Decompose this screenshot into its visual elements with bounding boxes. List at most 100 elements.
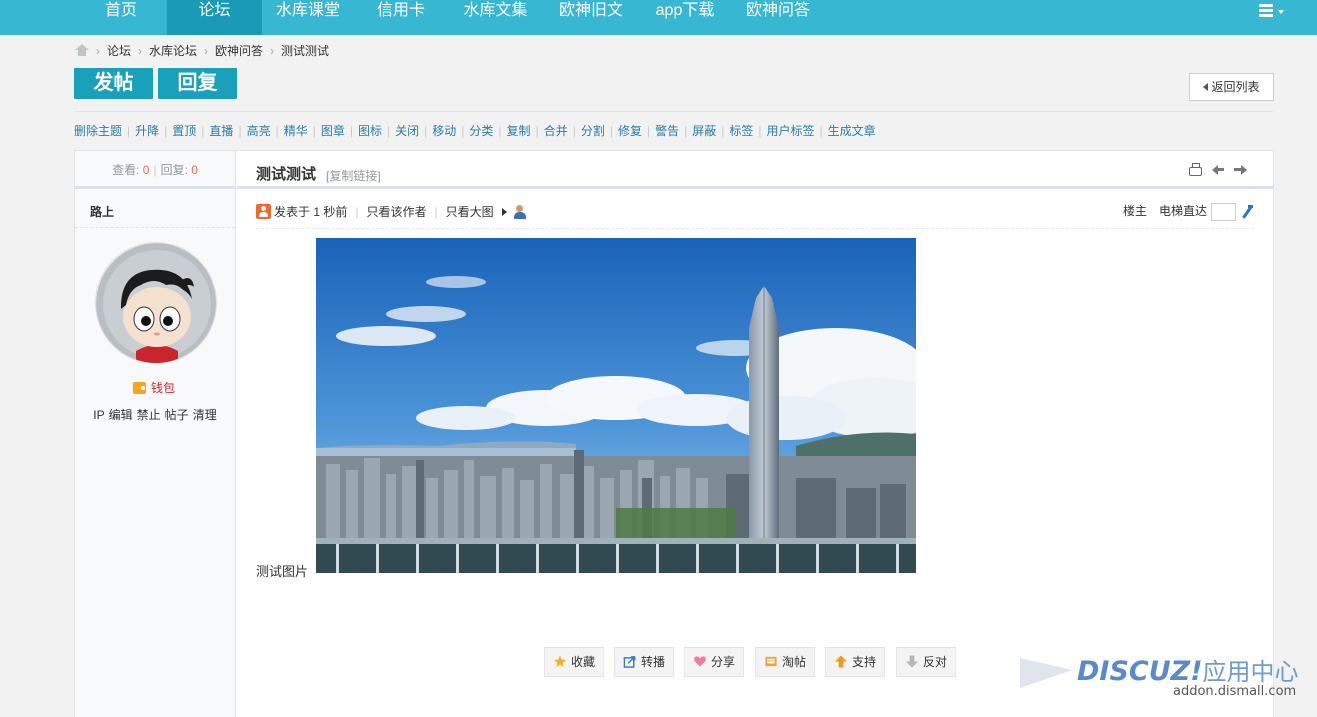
mod-split[interactable]: 分割 — [581, 124, 605, 138]
favorite-button[interactable]: 收藏 — [544, 647, 604, 677]
collect-post-label: 淘帖 — [781, 655, 806, 669]
watermark: DISCUZ!应用中心 addon.dismall.com — [1020, 652, 1310, 702]
city-skyline-photo — [316, 238, 916, 573]
share-arrow-icon — [623, 656, 636, 668]
mod-generate-article[interactable]: 生成文章 — [828, 124, 876, 138]
mod-close[interactable]: 关闭 — [395, 124, 419, 138]
user-icon — [256, 204, 271, 219]
watermark-cn: 应用中心 — [1202, 658, 1299, 686]
nav-item-qa[interactable]: 欧神问答 — [731, 0, 825, 35]
wallet-link[interactable]: 钱包 — [133, 380, 175, 396]
mod-live[interactable]: 直播 — [209, 124, 233, 138]
mod-digest[interactable]: 精华 — [284, 124, 308, 138]
mod-highlight[interactable]: 高亮 — [247, 124, 271, 138]
only-big-image-link[interactable]: 只看大图 — [446, 205, 494, 219]
chevron-left-icon — [1203, 83, 1209, 91]
mod-repair[interactable]: 修复 — [618, 124, 642, 138]
mod-block[interactable]: 屏蔽 — [692, 124, 716, 138]
nav-item-reservoir-class[interactable]: 水库课堂 — [262, 0, 354, 35]
collect-post-button[interactable]: 淘帖 — [755, 647, 815, 677]
replies-label: 回复: — [160, 163, 188, 177]
post-image[interactable] — [316, 238, 916, 573]
rebroadcast-button[interactable]: 转播 — [614, 647, 674, 677]
moderator-toolbar: 删除主题 | 升降 | 置顶 | 直播 | 高亮 | 精华 | 图章 | 图标 | 关闭 | 移动 | 分类 | 复制 | 合并… — [74, 124, 876, 138]
admin-ip[interactable]: IP — [93, 408, 104, 422]
mod-bump[interactable]: 升降 — [135, 124, 159, 138]
reply-button[interactable]: 回复 — [158, 68, 237, 99]
avatar-cartoon-image — [96, 243, 216, 363]
breadcrumb-forum[interactable]: 论坛 — [107, 44, 131, 58]
views-count: 0 — [142, 163, 150, 177]
replies-count: 0 — [191, 163, 198, 177]
favorite-label: 收藏 — [570, 655, 595, 669]
mod-warn[interactable]: 警告 — [655, 124, 679, 138]
mod-merge[interactable]: 合并 — [544, 124, 568, 138]
nav-item-home[interactable]: 首页 — [75, 0, 167, 35]
jump-arrow-icon[interactable] — [1240, 204, 1254, 219]
admin-edit[interactable]: 编辑 — [109, 408, 133, 422]
mod-copy[interactable]: 复制 — [507, 124, 531, 138]
thread-panel: 查看: 0 | 回复: 0 路上 钱包 IP 编辑 禁止 帖子 清理 测试测试 … — [74, 150, 1274, 717]
thread-title: 测试测试 — [256, 166, 317, 183]
mod-category[interactable]: 分类 — [469, 124, 493, 138]
back-to-list-button[interactable]: 返回列表 — [1189, 73, 1274, 101]
nav-item-reservoir-collection[interactable]: 水库文集 — [448, 0, 543, 35]
prev-thread-icon[interactable] — [1211, 164, 1225, 177]
oppose-button[interactable]: 反对 — [896, 647, 956, 677]
play-icon[interactable] — [501, 208, 507, 216]
mod-stamp[interactable]: 图章 — [321, 124, 345, 138]
share-label: 分享 — [710, 655, 735, 669]
author-name[interactable]: 路上 — [90, 203, 114, 220]
post-meta: 发表于 1 秒前 | 只看该作者 | 只看大图 — [256, 203, 527, 221]
breadcrumb-qa[interactable]: 欧神问答 — [215, 44, 263, 58]
nav-item-old-articles[interactable]: 欧神旧文 — [543, 0, 639, 35]
watermark-title: DISCUZ!应用中心 — [1077, 652, 1299, 687]
views-label: 查看: — [112, 163, 140, 177]
mod-tag[interactable]: 标签 — [729, 124, 753, 138]
nav-item-app-download[interactable]: app下载 — [639, 0, 731, 35]
breadcrumb-current[interactable]: 测试测试 — [281, 44, 329, 58]
watermark-url: addon.dismall.com — [1173, 684, 1297, 699]
mod-delete-thread[interactable]: 删除主题 — [74, 124, 122, 138]
admin-links: IP 编辑 禁止 帖子 清理 — [75, 406, 235, 423]
wallet-label: 钱包 — [151, 381, 176, 395]
admin-posts[interactable]: 帖子 — [165, 408, 189, 422]
only-author-link[interactable]: 只看该作者 — [366, 205, 426, 219]
copy-link-button[interactable]: [复制链接] — [326, 167, 381, 184]
person-icon[interactable] — [513, 205, 527, 219]
mod-stick[interactable]: 置顶 — [172, 124, 196, 138]
mod-move[interactable]: 移动 — [432, 124, 456, 138]
nav-item-forum[interactable]: 论坛 — [167, 0, 262, 35]
title-icons — [1183, 163, 1247, 178]
divider — [75, 227, 235, 228]
admin-ban[interactable]: 禁止 — [137, 408, 161, 422]
list-icon[interactable] — [1259, 4, 1287, 20]
oppose-label: 反对 — [922, 655, 947, 669]
thumb-down-arrow-icon — [905, 655, 919, 668]
top-nav: 首页 论坛 水库课堂 信用卡 水库文集 欧神旧文 app下载 欧神问答 — [0, 0, 1317, 35]
rebroadcast-label: 转播 — [640, 655, 665, 669]
thread-stats: 查看: 0 | 回复: 0 — [75, 151, 235, 189]
wallet-icon — [133, 382, 146, 394]
share-button[interactable]: 分享 — [684, 647, 744, 677]
star-icon — [553, 655, 567, 667]
elevator-label: 电梯直达 — [1158, 204, 1207, 218]
support-button[interactable]: 支持 — [825, 647, 885, 677]
nav-item-credit-card[interactable]: 信用卡 — [354, 0, 448, 35]
next-thread-icon[interactable] — [1234, 164, 1247, 177]
title-bar: 测试测试 [复制链接] — [237, 151, 1273, 189]
new-post-button[interactable]: 发帖 — [74, 68, 153, 99]
avatar[interactable] — [95, 242, 217, 364]
watermark-brand: DISCUZ! — [1077, 656, 1203, 687]
thumb-up-arrow-icon — [834, 655, 848, 668]
floor-jump-input[interactable] — [1211, 202, 1236, 221]
mod-user-tag[interactable]: 用户标签 — [767, 124, 815, 138]
print-icon[interactable] — [1189, 163, 1203, 176]
home-icon[interactable] — [75, 44, 89, 56]
breadcrumb-reservoir-forum[interactable]: 水库论坛 — [149, 44, 197, 58]
post-time: 发表于 1 秒前 — [274, 205, 348, 219]
admin-clean[interactable]: 清理 — [193, 408, 217, 422]
mod-icon[interactable]: 图标 — [358, 124, 382, 138]
tray-icon — [765, 656, 777, 667]
post-content: 测试测试 [复制链接] 发表于 1 秒前 | 只看该作者 | 只看大图 楼主 电梯直达 测… — [237, 151, 1273, 717]
